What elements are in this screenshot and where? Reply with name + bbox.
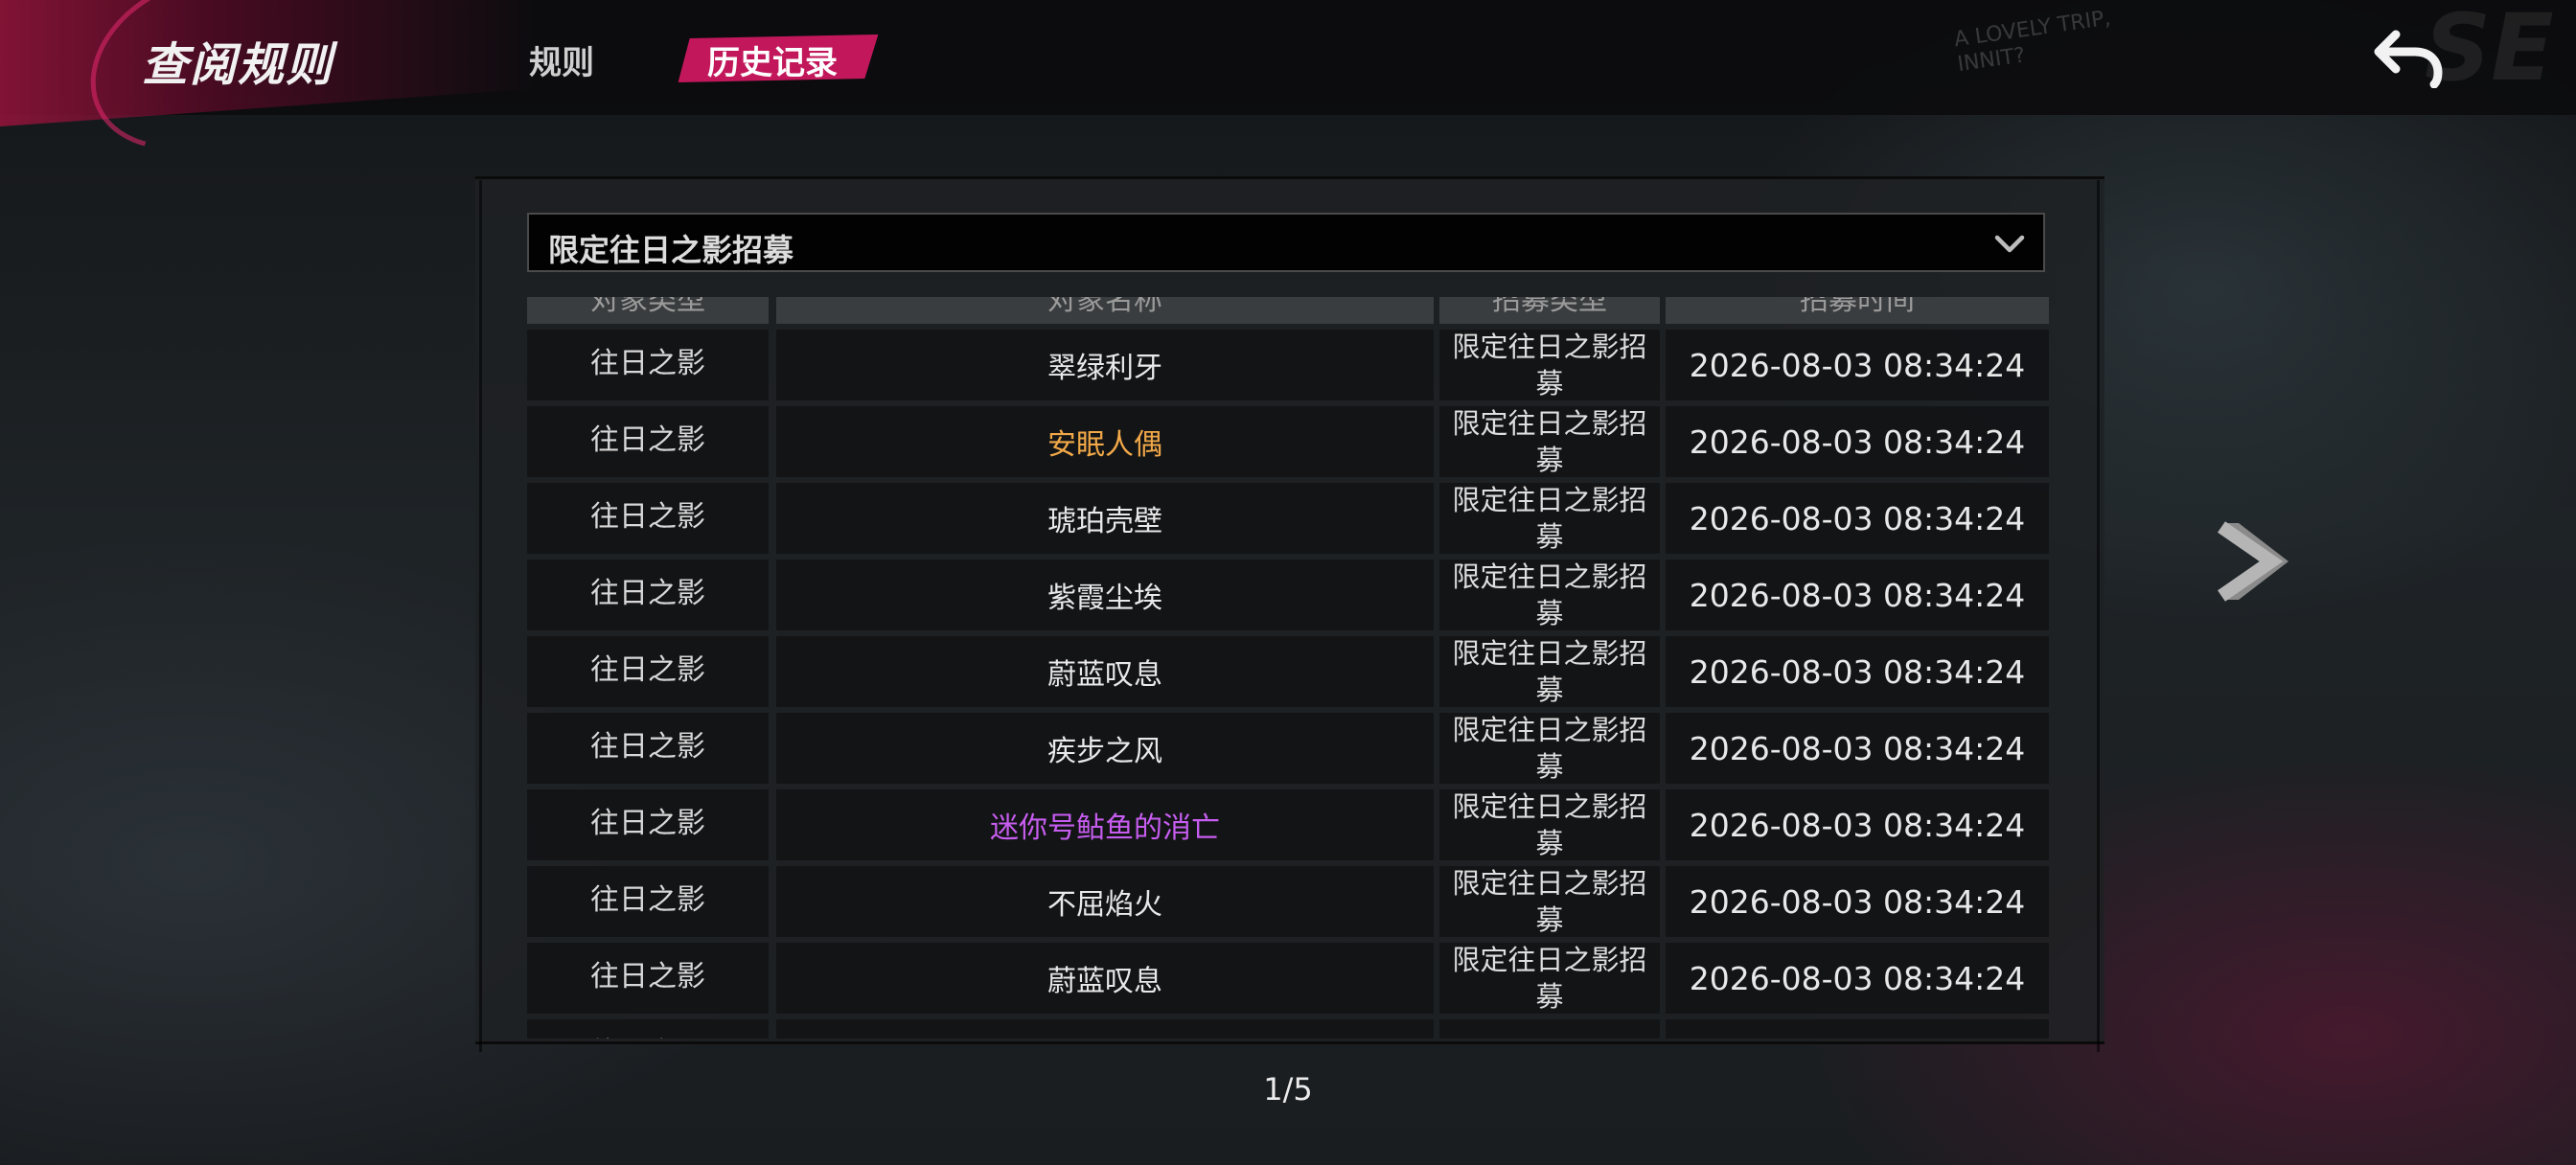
- cell-recruit-type: 限定往日之影招募: [1439, 406, 1660, 477]
- cell-recruit-type: 限定往日之影招募: [1439, 943, 1660, 1014]
- panel-edge-right: [2097, 180, 2100, 1052]
- column-header-time: 招募时间: [1666, 297, 2049, 324]
- cell-name: 安眠人偶: [776, 406, 1434, 477]
- column-header-type: 对象类型: [527, 297, 769, 324]
- cell-name: 蔚蓝叹息: [776, 636, 1434, 707]
- tab-history[interactable]: 历史记录: [707, 36, 838, 83]
- table-row: 往日之影 疾步之风 限定往日之影招募 2026-08-03 08:34:24: [527, 713, 2049, 789]
- cell-recruit-type: 限定往日之影招募: [1439, 789, 1660, 860]
- next-page-button[interactable]: [2214, 517, 2290, 605]
- cell-name: 不屈焰火: [776, 866, 1434, 937]
- table-row: 往日之影 安眠人偶 限定往日之影招募 2026-08-03 08:34:24: [527, 406, 2049, 483]
- recruit-filter-dropdown[interactable]: 限定往日之影招募: [527, 213, 2045, 272]
- cell-type: 往日之影: [527, 560, 769, 630]
- panel-edge-left: [479, 180, 482, 1052]
- column-header-name: 对象名称: [776, 297, 1434, 324]
- cell-type: 往日之影: [527, 1019, 769, 1039]
- table-row: 往日之影 翠绿利牙 限定往日之影招募 2026-08-03 08:34:24: [527, 330, 2049, 406]
- cell-time: [1666, 1019, 2049, 1039]
- dropdown-selected-value: 限定往日之影招募: [548, 232, 794, 268]
- table-row: 往日之影 限定往日之影: [527, 1019, 2049, 1039]
- cell-recruit-type: 限定往日之影招募: [1439, 560, 1660, 630]
- cell-recruit-type: 限定往日之影招募: [1439, 866, 1660, 937]
- cell-name: 翠绿利牙: [776, 330, 1434, 400]
- cell-type: 往日之影: [527, 406, 769, 477]
- cell-type: 往日之影: [527, 789, 769, 860]
- cell-type: 往日之影: [527, 483, 769, 554]
- table-body: 往日之影 翠绿利牙 限定往日之影招募 2026-08-03 08:34:24 往日之影安…: [527, 330, 2049, 1039]
- cell-recruit-type: 限定往日之影招募: [1439, 483, 1660, 554]
- cell-time: 2026-08-03 08:34:24: [1666, 636, 2049, 707]
- back-arrow-icon: [2374, 30, 2443, 89]
- cell-time: 2026-08-03 08:34:24: [1666, 943, 2049, 1014]
- cell-time: 2026-08-03 08:34:24: [1666, 789, 2049, 860]
- cell-type: 往日之影: [527, 330, 769, 400]
- cell-type: 往日之影: [527, 866, 769, 937]
- cell-time: 2026-08-03 08:34:24: [1666, 713, 2049, 784]
- table-row: 往日之影 紫霞尘埃 限定往日之影招募 2026-08-03 08:34:24: [527, 560, 2049, 636]
- cell-time: 2026-08-03 08:34:24: [1666, 483, 2049, 554]
- cell-recruit-type: 限定往日之影招募: [1439, 713, 1660, 784]
- cell-name: 紫霞尘埃: [776, 560, 1434, 630]
- cell-recruit-type: 限定往日之影: [1439, 1019, 1660, 1039]
- table-row: 往日之影 迷你号鲇鱼的消亡 限定往日之影招募 2026-08-03 08:34:24: [527, 789, 2049, 866]
- cell-type: 往日之影: [527, 943, 769, 1014]
- table-header: 对象类型 对象名称 招募类型 招募时间: [527, 297, 2049, 324]
- cell-type: 往日之影: [527, 713, 769, 784]
- cell-time: 2026-08-03 08:34:24: [1666, 866, 2049, 937]
- table-row: 往日之影 琥珀壳壁 限定往日之影招募 2026-08-03 08:34:24: [527, 483, 2049, 560]
- cell-recruit-type: 限定往日之影招募: [1439, 330, 1660, 400]
- table-row: 往日之影 蔚蓝叹息 限定往日之影招募 2026-08-03 08:34:24: [527, 636, 2049, 713]
- cell-name: 蔚蓝叹息: [776, 943, 1434, 1014]
- cell-name: 琥珀壳壁: [776, 483, 1434, 554]
- history-table[interactable]: 对象类型 对象名称 招募类型 招募时间 往日之影 翠绿利牙 限定往日之影招募 2026…: [527, 297, 2049, 1039]
- chevron-right-icon: [2218, 521, 2288, 602]
- cell-type: 往日之影: [527, 636, 769, 707]
- cell-time: 2026-08-03 08:34:24: [1666, 330, 2049, 400]
- cell-time: 2026-08-03 08:34:24: [1666, 560, 2049, 630]
- cell-time: 2026-08-03 08:34:24: [1666, 406, 2049, 477]
- table-row: 往日之影 不屈焰火 限定往日之影招募 2026-08-03 08:34:24: [527, 866, 2049, 943]
- back-button[interactable]: [2373, 27, 2450, 89]
- cell-name: 疾步之风: [776, 713, 1434, 784]
- column-header-recruit-type: 招募类型: [1439, 297, 1660, 324]
- cell-name: 迷你号鲇鱼的消亡: [776, 789, 1434, 860]
- tab-rules[interactable]: 规则: [529, 36, 594, 83]
- page-indicator: 1/5: [1263, 1071, 1313, 1108]
- cell-recruit-type: 限定往日之影招募: [1439, 636, 1660, 707]
- cell-name: [776, 1019, 1434, 1039]
- chevron-down-icon: [1994, 235, 2025, 253]
- page-title: 查阅规则: [142, 38, 334, 92]
- table-row: 往日之影 蔚蓝叹息 限定往日之影招募 2026-08-03 08:34:24: [527, 943, 2049, 1019]
